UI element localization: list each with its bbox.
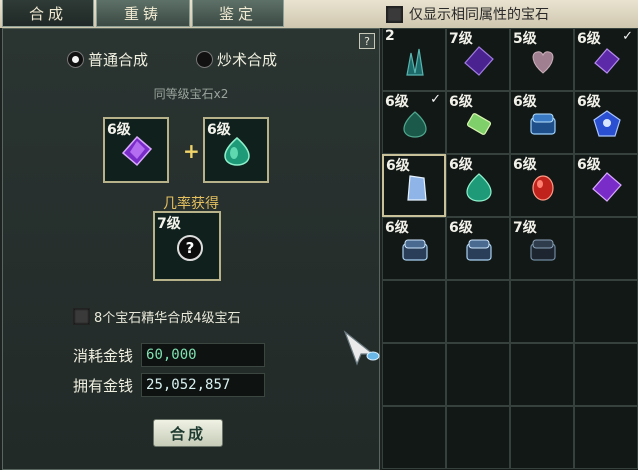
owned-row: 拥有金钱 25,052,857 — [73, 373, 266, 397]
mode-selector: 普通合成 炒术合成 — [67, 49, 277, 70]
cost-row: 消耗金钱 60,000 — [73, 343, 266, 367]
help-icon[interactable]: ? — [359, 33, 375, 49]
green-gem-icon — [224, 137, 250, 166]
teal-crystal-icon — [406, 48, 424, 76]
blue-chest-gem-icon — [530, 113, 556, 135]
input-slot-1[interactable]: 6级 — [103, 117, 169, 183]
inventory-cell[interactable]: 6级 — [510, 154, 574, 217]
red-gem-icon — [532, 175, 554, 201]
teal-gem-icon — [403, 111, 427, 138]
essence-checkbox[interactable] — [73, 308, 90, 325]
mode-special-label: 炒术合成 — [217, 51, 278, 69]
cost-value: 60,000 — [141, 343, 266, 367]
tab-identify[interactable]: 鉴定 — [192, 0, 284, 27]
plus-sign: + — [183, 139, 200, 163]
same-attribute-filter[interactable]: 仅显示相同属性的宝石 — [386, 3, 549, 25]
cost-label: 消耗金钱 — [73, 346, 134, 365]
input-slot-2[interactable]: 6级 — [203, 117, 269, 183]
inventory-cell[interactable]: 2 — [382, 28, 446, 91]
inventory-cell[interactable]: 6级 ✓ — [574, 28, 638, 91]
inventory-cell-selected[interactable]: 6级 — [382, 154, 446, 217]
essence-option[interactable]: 8个宝石精华合成4级宝石 — [73, 307, 241, 326]
mouse-cursor-icon — [343, 330, 380, 366]
inventory-cell[interactable]: 6级 — [446, 154, 510, 217]
requirement-hint: 同等级宝石x2 — [153, 87, 229, 101]
inventory-cell-empty[interactable] — [510, 343, 574, 406]
inventory-cell[interactable]: 6级 — [446, 217, 510, 280]
gem-inventory: 2 7级 5级 6级 ✓ 6级 ✓ 6级 6级 6级 6级 6级 6级 6级 6级 … — [382, 28, 638, 470]
inventory-cell-empty[interactable] — [446, 343, 510, 406]
inventory-cell-empty[interactable] — [382, 343, 446, 406]
inventory-cell-empty[interactable] — [574, 280, 638, 343]
inventory-cell[interactable]: 6级 — [510, 91, 574, 154]
radio-selected-icon[interactable] — [67, 51, 84, 68]
green-gem-icon — [466, 173, 492, 202]
unknown-result-icon: ? — [177, 235, 203, 261]
owned-label: 拥有金钱 — [73, 376, 134, 395]
inventory-cell[interactable]: 6级 — [382, 217, 446, 280]
inventory-cell-empty[interactable] — [446, 280, 510, 343]
inventory-cell[interactable]: 7级 — [510, 217, 574, 280]
ice-chest-gem-icon — [466, 239, 492, 261]
ice-crystal-icon — [407, 175, 427, 201]
filter-label: 仅显示相同属性的宝石 — [409, 7, 549, 23]
blue-gem-icon — [593, 110, 621, 137]
chance-label: 几率获得 — [163, 196, 219, 212]
compose-button[interactable]: 合成 — [153, 419, 223, 447]
inventory-cell[interactable]: 5级 — [510, 28, 574, 91]
inventory-cell-empty[interactable] — [510, 406, 574, 469]
mode-special[interactable]: 炒术合成 — [196, 49, 277, 70]
mode-normal-label: 普通合成 — [88, 51, 149, 69]
filter-checkbox[interactable] — [386, 5, 403, 23]
essence-label: 8个宝石精华合成4级宝石 — [94, 311, 241, 326]
compose-panel: ? 普通合成 炒术合成 同等级宝石x2 6级 + 6级 几率获得 7级 ? 8个… — [2, 28, 380, 470]
dark-chest-gem-icon — [530, 239, 556, 261]
check-icon: ✓ — [430, 92, 441, 107]
inventory-cell[interactable]: 6级 — [574, 91, 638, 154]
top-bar: 合成 重铸 鉴定 仅显示相同属性的宝石 — [0, 0, 638, 28]
inventory-cell-empty[interactable] — [382, 406, 446, 469]
inventory-cell-empty[interactable] — [382, 280, 446, 343]
inventory-cell-empty[interactable] — [574, 217, 638, 280]
tab-compose[interactable]: 合成 — [2, 0, 94, 27]
pink-heart-icon — [532, 51, 554, 74]
cell-level: 2 — [385, 28, 395, 44]
purple-gem-icon — [464, 46, 494, 76]
inventory-cell[interactable]: 6级 — [574, 154, 638, 217]
check-icon: ✓ — [622, 29, 633, 44]
inventory-cell-empty[interactable] — [574, 343, 638, 406]
ice-chest-gem-icon — [402, 239, 428, 261]
inventory-cell[interactable]: 6级 — [446, 91, 510, 154]
tab-recast[interactable]: 重铸 — [96, 0, 190, 27]
purple-gem-icon — [121, 135, 153, 167]
slot-level: 7级 — [157, 216, 181, 232]
inventory-cell-empty[interactable] — [446, 406, 510, 469]
purple-gem-icon — [592, 172, 622, 202]
inventory-cell-empty[interactable] — [510, 280, 574, 343]
inventory-cell[interactable]: 6级 ✓ — [382, 91, 446, 154]
result-slot[interactable]: 7级 ? — [153, 211, 221, 281]
inventory-cell-empty[interactable] — [574, 406, 638, 469]
inventory-cell[interactable]: 7级 — [446, 28, 510, 91]
owned-value: 25,052,857 — [141, 373, 266, 397]
mode-normal[interactable]: 普通合成 — [67, 49, 148, 70]
purple-gem-icon — [594, 48, 620, 74]
radio-unselected-icon[interactable] — [196, 51, 214, 68]
green-bar-gem-icon — [466, 113, 492, 135]
